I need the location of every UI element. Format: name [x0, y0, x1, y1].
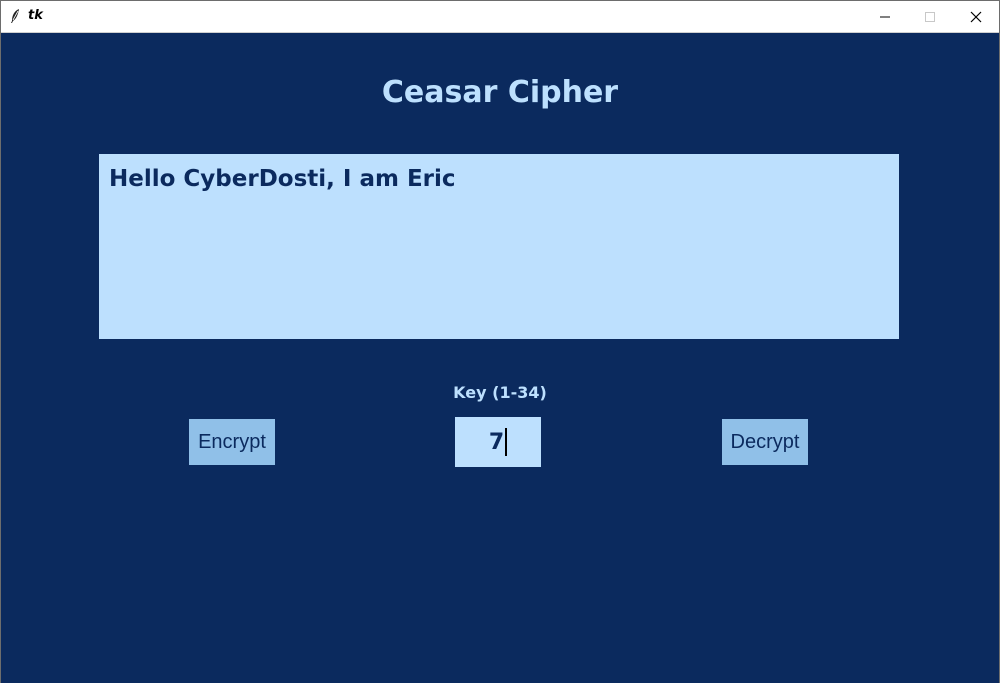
minimize-button[interactable] — [862, 1, 908, 32]
message-textarea[interactable]: Hello CyberDosti, I am Eric — [99, 154, 899, 339]
title-bar[interactable]: tk — [1, 1, 999, 33]
decrypt-button[interactable]: Decrypt — [722, 419, 808, 465]
maximize-icon — [924, 11, 936, 23]
page-title: Ceasar Cipher — [381, 75, 619, 110]
app-window: tk Ceasar Cipher Hello CyberDosti, I am … — [0, 0, 1000, 683]
encrypt-button[interactable]: Encrypt — [189, 419, 275, 465]
key-label: Key (1-34) — [453, 383, 547, 402]
feather-icon — [9, 8, 21, 24]
maximize-button[interactable] — [907, 1, 953, 32]
close-button[interactable] — [953, 1, 999, 32]
key-input[interactable]: 7 — [455, 417, 541, 467]
key-input-value: 7 — [488, 429, 505, 455]
app-content: Ceasar Cipher Hello CyberDosti, I am Eri… — [1, 33, 999, 683]
minimize-icon — [879, 11, 891, 23]
text-caret — [505, 428, 508, 456]
close-icon — [970, 11, 982, 23]
window-title: tk — [28, 8, 43, 23]
